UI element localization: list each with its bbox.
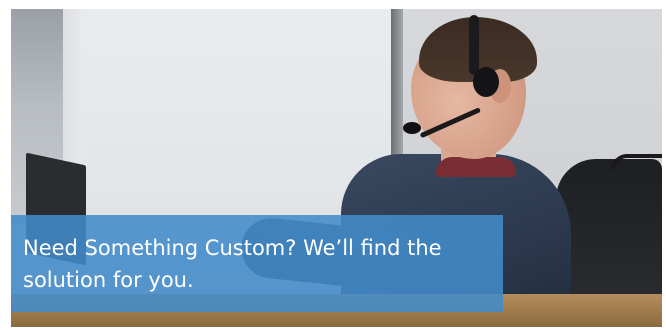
photo-person-collar (436, 157, 516, 177)
photo-wheelchair-handle (611, 154, 662, 170)
caption-box: Need Something Custom? We’ll find the so… (11, 215, 503, 312)
headset-icon (469, 15, 479, 75)
caption-text: Need Something Custom? We’ll find the so… (23, 236, 442, 292)
headset-earcup (473, 67, 499, 97)
headset-mic (403, 122, 421, 134)
